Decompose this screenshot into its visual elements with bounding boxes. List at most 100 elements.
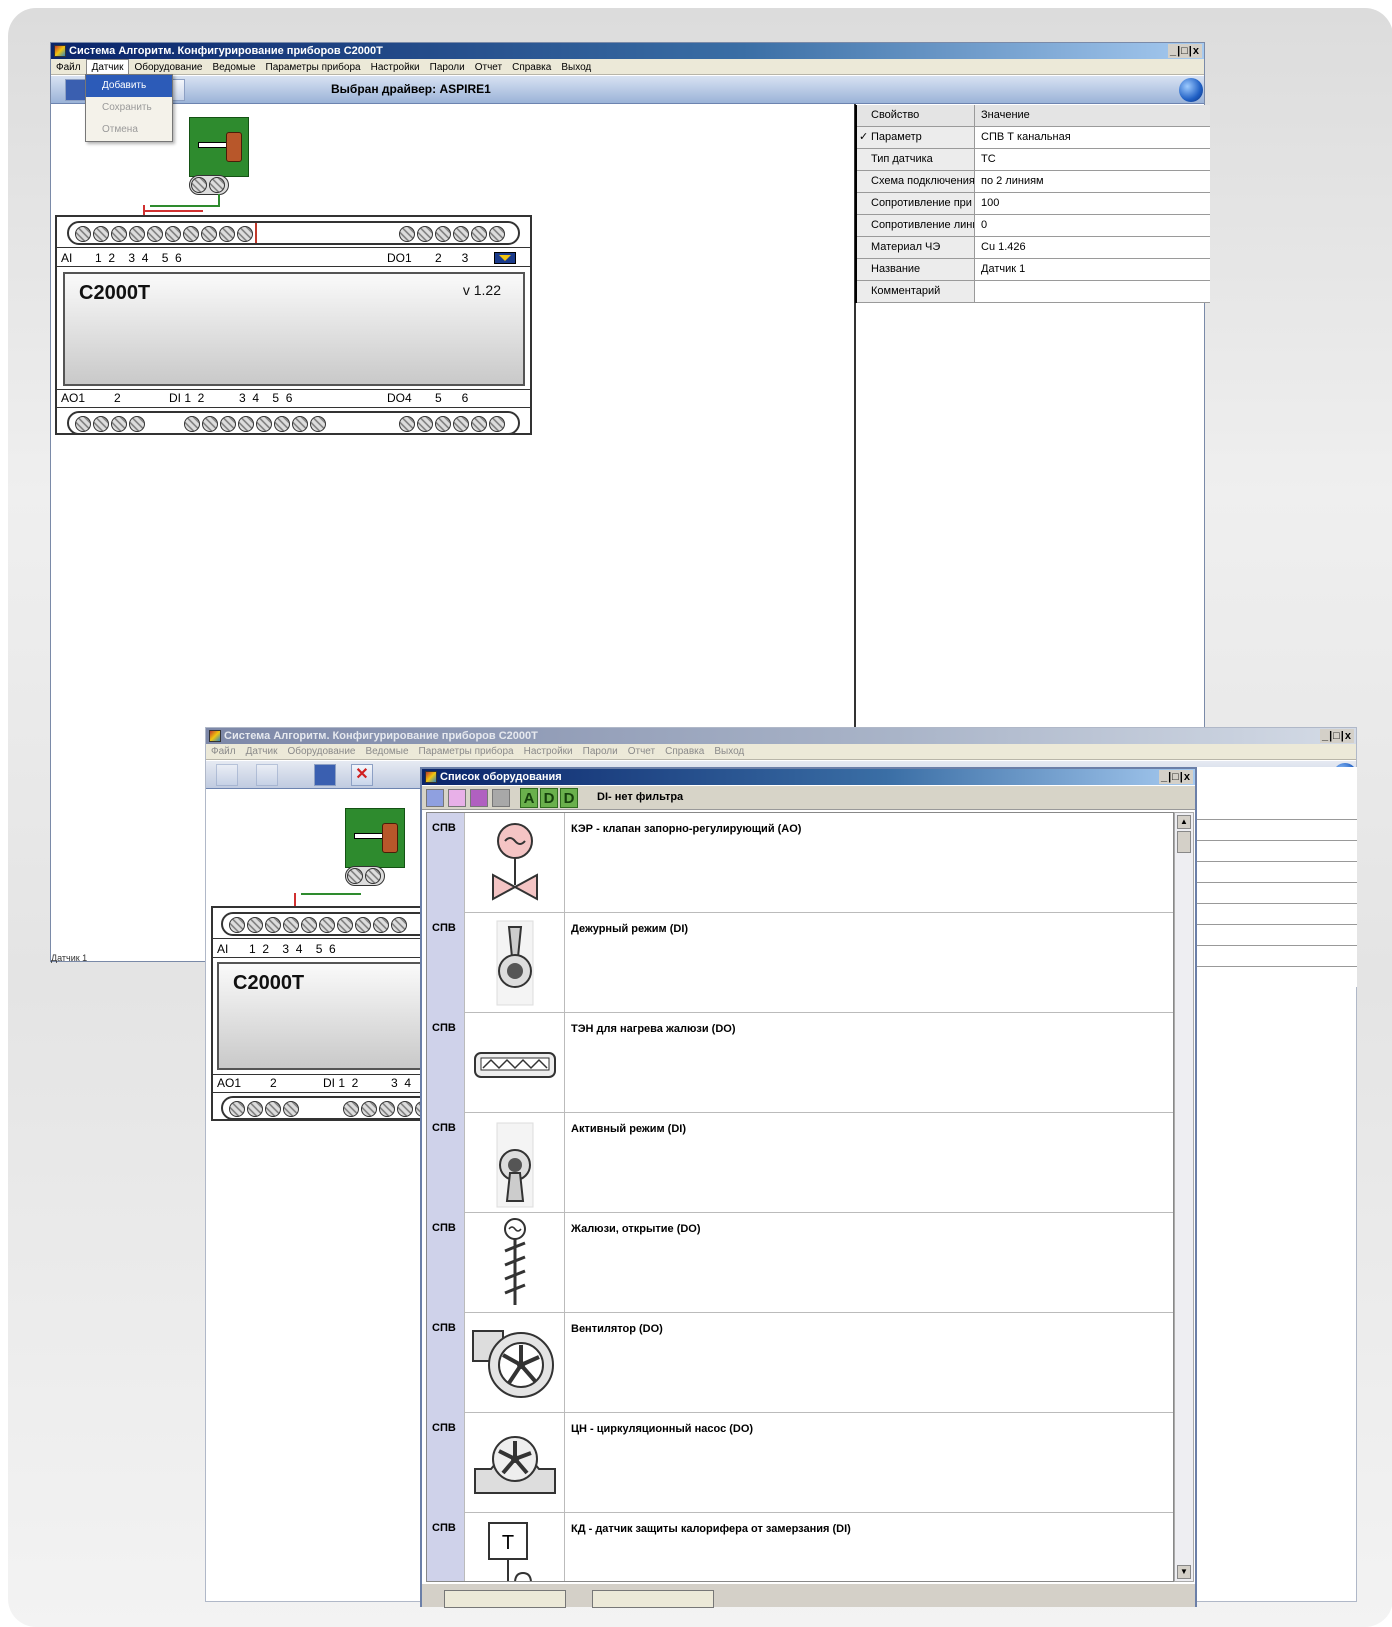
menu-help[interactable]: Справка [507, 60, 556, 74]
item-category: СПВ [427, 1013, 465, 1113]
menu-device-params[interactable]: Параметры прибора [414, 744, 519, 759]
list-item[interactable]: СПВ Вентилятор (DO) [427, 1313, 1173, 1413]
footer-button-cancel[interactable] [592, 1590, 714, 1608]
wire-green [301, 893, 361, 895]
menu-slaves[interactable]: Ведомые [207, 60, 260, 74]
menu-report[interactable]: Отчет [470, 60, 507, 74]
filter-purple-button[interactable] [470, 789, 488, 807]
property-value[interactable]: 100 [975, 193, 1210, 214]
property-column-header[interactable]: Свойство [857, 105, 975, 126]
folder-icon[interactable] [256, 764, 278, 786]
equipment-title-bar[interactable]: Список оборудования _|□|x [422, 769, 1195, 785]
menu-equipment[interactable]: Оборудование [129, 60, 207, 74]
menu-settings[interactable]: Настройки [519, 744, 578, 759]
menu-sensor[interactable]: Датчик [241, 744, 283, 759]
property-value[interactable] [975, 281, 1210, 302]
list-scrollbar[interactable]: ▲ ▼ [1174, 812, 1194, 1582]
window-controls[interactable]: _|□|x [1167, 44, 1202, 58]
screw-icon [489, 226, 505, 242]
filter-gray-button[interactable] [492, 789, 510, 807]
menu-device-params[interactable]: Параметры прибора [261, 60, 366, 74]
save-icon[interactable] [65, 79, 87, 101]
property-row[interactable]: Схема подключения по 2 линиям [857, 171, 1210, 193]
item-name: КД - датчик защиты калорифера от замерза… [571, 1523, 851, 1535]
menu-file[interactable]: Файл [51, 60, 86, 74]
property-value[interactable]: по 2 линиям [975, 171, 1210, 192]
save-icon[interactable] [216, 764, 238, 786]
menu-help[interactable]: Справка [660, 744, 709, 759]
delete-icon[interactable]: ✕ [351, 764, 373, 786]
menu-equipment[interactable]: Оборудование [282, 744, 360, 759]
property-row[interactable]: Сопротивление линии 0 [857, 215, 1210, 237]
filter-pink-button[interactable] [448, 789, 466, 807]
property-value[interactable]: TC [975, 149, 1210, 170]
scroll-thumb[interactable] [1177, 831, 1191, 853]
device-display: C2000T [217, 962, 423, 1070]
menu-settings[interactable]: Настройки [366, 60, 425, 74]
filter-a-button[interactable]: A [520, 788, 538, 808]
list-item[interactable]: СПВ ЦН - циркуляционный насос (DO) [427, 1413, 1173, 1513]
menu-item-cancel[interactable]: Отмена [86, 119, 172, 141]
second-device[interactable]: AI 1 2 3 4 5 6 C2000T AO1 2 DI 1 2 3 4 [211, 906, 423, 1121]
menu-file[interactable]: Файл [206, 744, 241, 759]
temperature-sensor-module[interactable] [345, 808, 405, 868]
list-item[interactable]: СПВ ТЭН для нагрева жалюзи (DO) [427, 1013, 1173, 1113]
property-key: Материал ЧЭ [857, 237, 975, 258]
screw-icon [399, 416, 415, 432]
list-item[interactable]: СПВ Дежурный режим (DI) [427, 913, 1173, 1013]
do1-screws [399, 226, 507, 242]
list-item[interactable]: СПВ T КД - датчик защиты калорифера от з… [427, 1513, 1173, 1581]
do4-pins: 5 6 [435, 391, 469, 405]
filter-d-button[interactable]: D [540, 788, 558, 808]
property-value[interactable]: Датчик 1 [975, 259, 1210, 280]
filter-blue-button[interactable] [426, 789, 444, 807]
screw-icon [265, 917, 281, 933]
menu-item-add[interactable]: Добавить [86, 75, 172, 97]
property-row[interactable]: Тип датчика TC [857, 149, 1210, 171]
menu-passwords[interactable]: Пароли [425, 60, 470, 74]
list-item[interactable]: СПВ Жалюзи, открытие (DO) [427, 1213, 1173, 1313]
filter-status: DI- нет фильтра [597, 791, 684, 803]
menu-passwords[interactable]: Пароли [578, 744, 623, 759]
property-value[interactable]: 0 [975, 215, 1210, 236]
ai-pins: 1 2 3 4 5 6 [249, 942, 336, 956]
scroll-down-icon[interactable]: ▼ [1177, 1565, 1191, 1579]
property-row[interactable]: ✓ Параметр СПВ Т канальная [857, 127, 1210, 149]
heater-icon [465, 1013, 565, 1113]
property-row[interactable]: Материал ЧЭ Cu 1.426 [857, 237, 1210, 259]
value-column-header[interactable]: Значение [975, 105, 1210, 126]
row-line [1197, 882, 1357, 883]
property-row[interactable]: Комментарий [857, 281, 1210, 303]
main-title-bar[interactable]: Система Алгоритм. Конфигурирование прибо… [51, 43, 1204, 59]
menu-exit[interactable]: Выход [709, 744, 749, 759]
window-controls[interactable]: _|□|x [1158, 770, 1193, 784]
list-item[interactable]: СПВ КЭР - клапан запорно-регулирующий (A… [427, 813, 1173, 913]
menu-report[interactable]: Отчет [623, 744, 660, 759]
save-icon[interactable] [314, 764, 336, 786]
screw-icon [347, 868, 363, 884]
property-value[interactable]: СПВ Т канальная [975, 127, 1210, 148]
bottom-divider [213, 1092, 423, 1093]
screw-icon [229, 917, 245, 933]
menu-sensor[interactable]: Датчик [85, 59, 130, 74]
row-line [1197, 840, 1357, 841]
screw-icon [283, 1101, 299, 1117]
footer-button-ok[interactable] [444, 1590, 566, 1608]
c2000t-device[interactable]: AI 1 2 3 4 5 6 DO1 2 3 C2000T v 1.22 AO1… [55, 215, 532, 435]
temperature-sensor-module[interactable] [189, 117, 249, 177]
second-title-bar[interactable]: Система Алгоритм. Конфигурирование прибо… [206, 728, 1356, 744]
row-line [1197, 945, 1357, 946]
property-row[interactable]: Название Датчик 1 [857, 259, 1210, 281]
menu-exit[interactable]: Выход [556, 60, 596, 74]
property-row[interactable]: Сопротивление при 100 [857, 193, 1210, 215]
property-value[interactable]: Cu 1.426 [975, 237, 1210, 258]
screw-icon [129, 416, 145, 432]
list-item[interactable]: СПВ Активный режим (DI) [427, 1113, 1173, 1213]
scroll-up-icon[interactable]: ▲ [1177, 815, 1191, 829]
status-orb-icon[interactable] [1179, 78, 1203, 102]
window-controls[interactable]: _|□|x [1319, 729, 1354, 743]
menu-slaves[interactable]: Ведомые [360, 744, 413, 759]
filter-d2-button[interactable]: D [560, 788, 578, 808]
menu-item-save[interactable]: Сохранить [86, 97, 172, 119]
screw-icon [201, 226, 217, 242]
